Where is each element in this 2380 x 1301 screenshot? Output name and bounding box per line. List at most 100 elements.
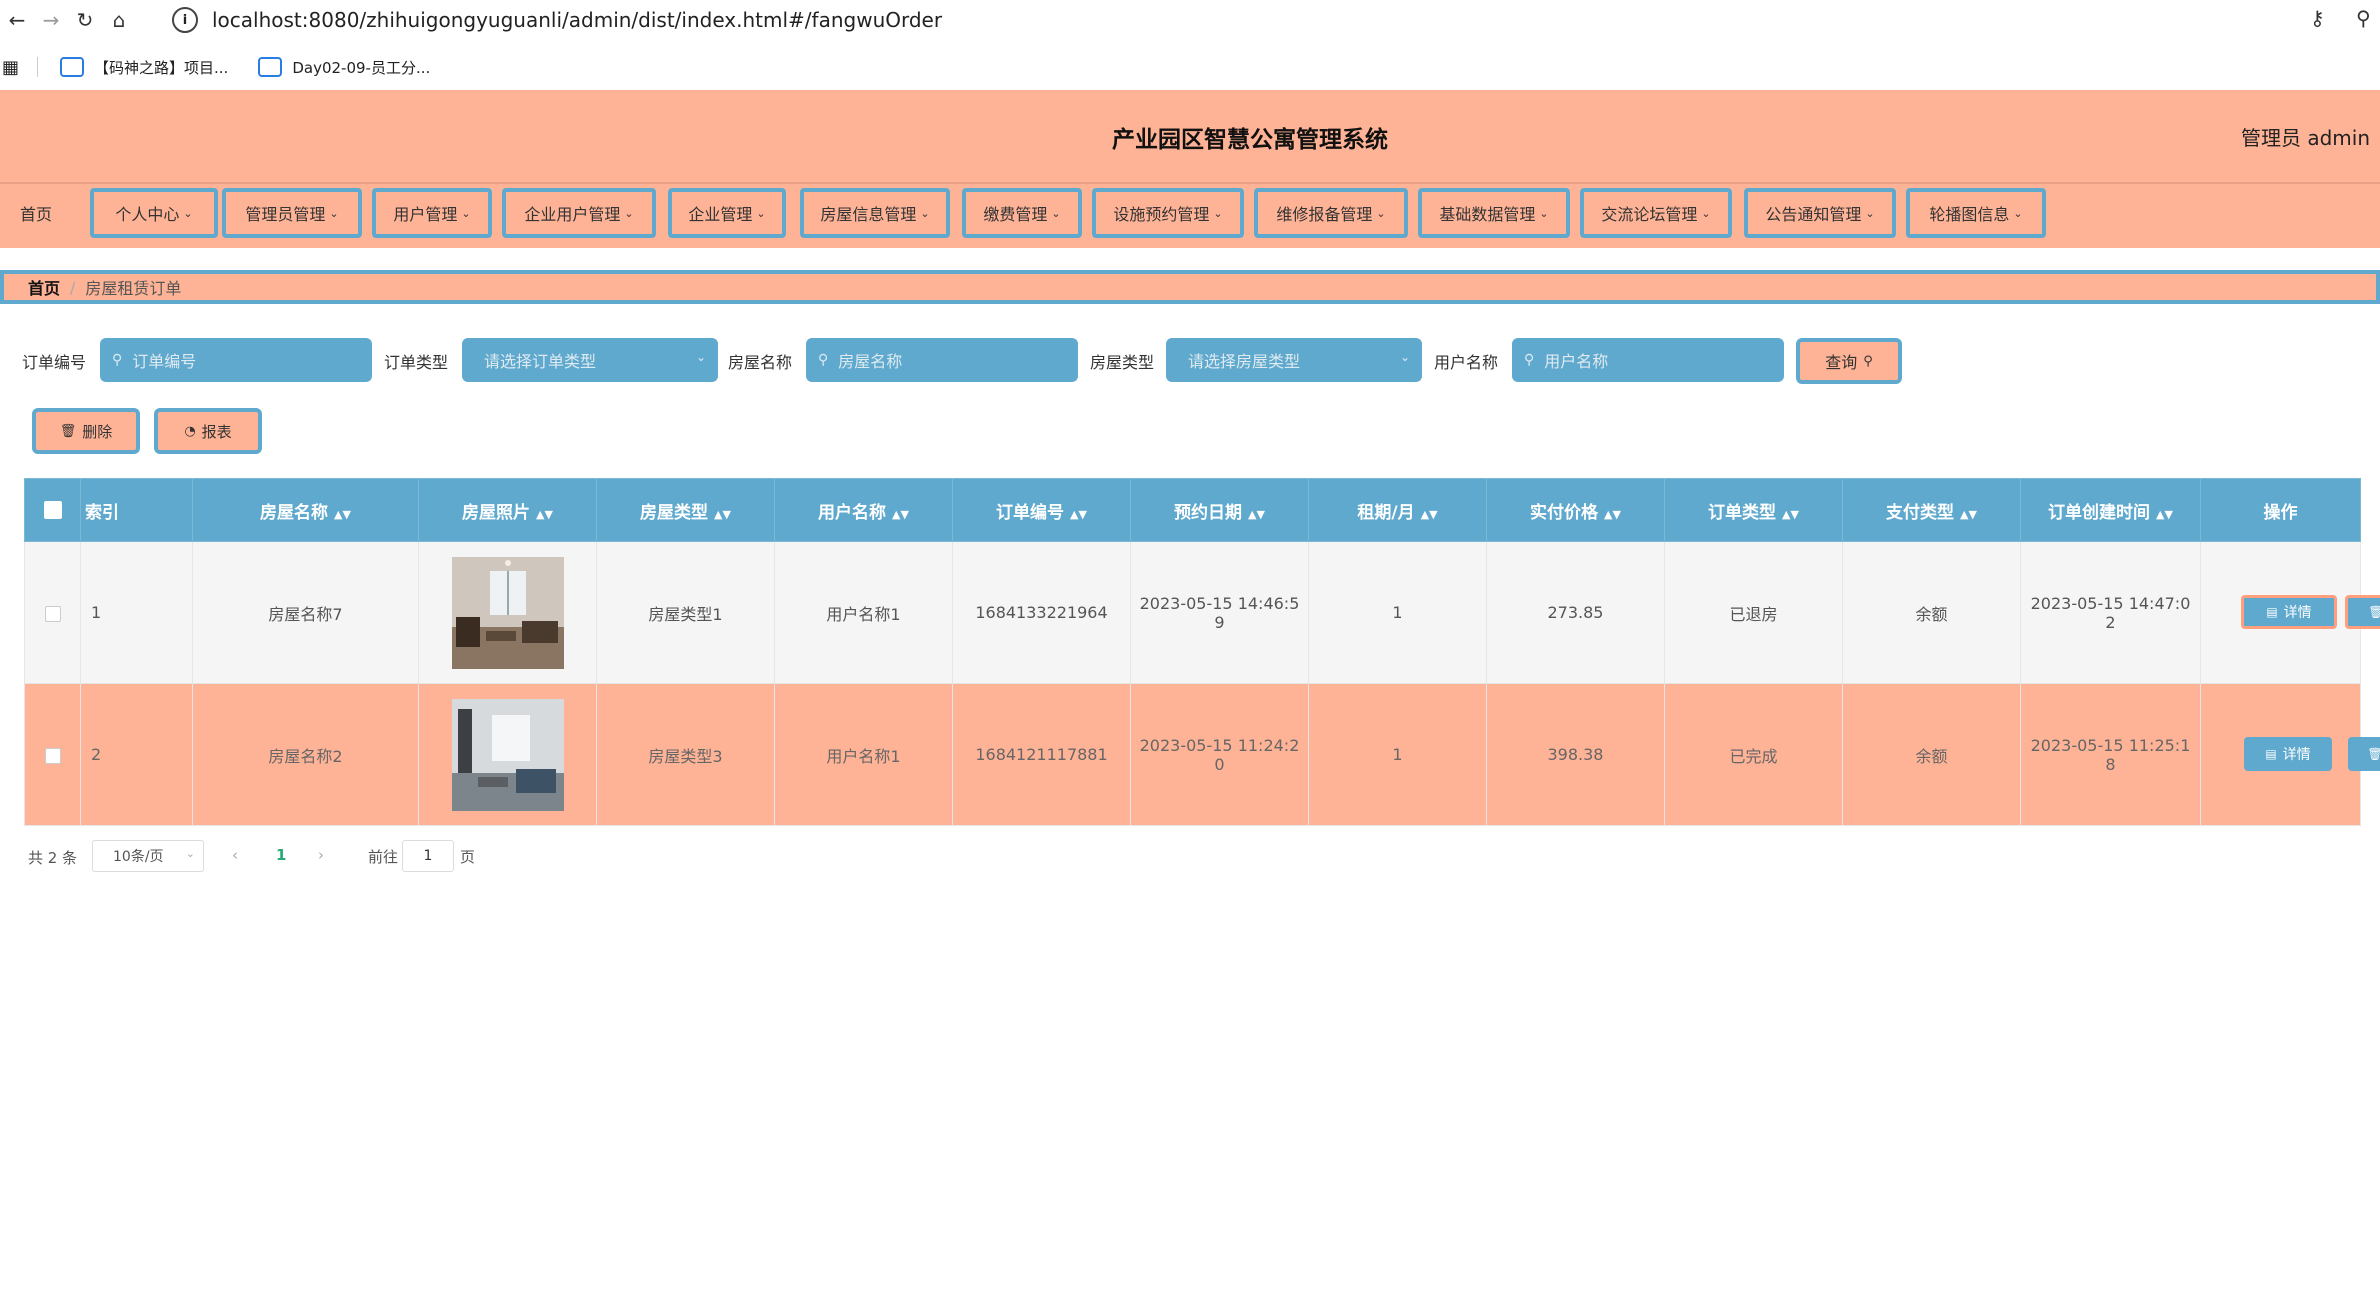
sort-icon[interactable]: ▲▼	[1070, 508, 1087, 521]
site-info-icon[interactable]: i	[172, 7, 198, 33]
home-icon[interactable]: ⌂	[102, 0, 136, 40]
cell-user-name: 用户名称1	[774, 683, 953, 826]
table-row[interactable]: 1 房屋名称7 房屋类型1 用户名称1 1684133221964 2023-0…	[24, 541, 2380, 684]
search-icon: ⚲	[1863, 353, 1873, 369]
url-text: localhost:8080/zhihuigongyuguanli/admin/…	[212, 8, 943, 32]
menu-home[interactable]: 首页	[0, 188, 72, 238]
menu-facility-booking-manage[interactable]: 设施预约管理 ⌄	[1092, 188, 1244, 238]
detail-button[interactable]: ▤ 详情	[2244, 737, 2332, 771]
sort-icon[interactable]: ▲▼	[1421, 508, 1438, 521]
select-all-checkbox[interactable]	[43, 501, 62, 519]
col-house-type[interactable]: 房屋类型 ▲▼	[596, 478, 775, 542]
sort-icon[interactable]: ▲▼	[892, 508, 909, 521]
chevron-down-icon: ⌄	[183, 206, 193, 220]
row-checkbox[interactable]	[44, 605, 61, 622]
page-size-select[interactable]: 10条/页 ⌄	[92, 840, 204, 872]
query-button[interactable]: 查询 ⚲	[1796, 338, 1902, 384]
menu-notice-manage[interactable]: 公告通知管理 ⌄	[1744, 188, 1896, 238]
cell-index: 2	[80, 683, 193, 826]
order-type-select[interactable]: 请选择订单类型 ⌄	[462, 338, 718, 382]
menu-user-manage[interactable]: 用户管理 ⌄	[372, 188, 492, 238]
col-user-name[interactable]: 用户名称 ▲▼	[774, 478, 953, 542]
row-select-cell[interactable]	[24, 541, 81, 684]
menu-base-data-manage[interactable]: 基础数据管理 ⌄	[1418, 188, 1570, 238]
goto-page-input[interactable]: 1	[402, 840, 454, 872]
apps-grid-icon[interactable]: ▦	[2, 57, 19, 78]
forward-icon[interactable]: →	[34, 0, 68, 40]
chevron-down-icon: ⌄	[185, 847, 195, 860]
cell-pay-type: 余额	[1842, 683, 2021, 826]
menu-forum-manage[interactable]: 交流论坛管理 ⌄	[1580, 188, 1732, 238]
order-no-input[interactable]: ⚲ 订单编号	[100, 338, 372, 382]
menu-repair-manage[interactable]: 维修报备管理 ⌄	[1254, 188, 1408, 238]
sort-icon[interactable]: ▲▼	[334, 508, 351, 521]
col-pay-type[interactable]: 支付类型 ▲▼	[1842, 478, 2021, 542]
row-checkbox[interactable]	[44, 747, 61, 764]
select-all-header[interactable]	[24, 478, 81, 542]
house-type-select[interactable]: 请选择房屋类型 ⌄	[1166, 338, 1422, 382]
user-name-label: 用户名称	[1434, 353, 1499, 372]
menu-enterprise-manage[interactable]: 企业管理 ⌄	[668, 188, 786, 238]
cell-order-type: 已完成	[1664, 683, 1843, 826]
breadcrumb-home[interactable]: 首页	[28, 275, 60, 299]
detail-button[interactable]: ▤ 详情	[2241, 595, 2337, 629]
cell-order-type: 已退房	[1664, 541, 1843, 684]
bookmark-item[interactable]: Day02-09-员工分...	[258, 57, 430, 78]
col-order-no[interactable]: 订单编号 ▲▼	[952, 478, 1131, 542]
cell-order-no: 1684121117881	[952, 683, 1131, 826]
breadcrumb-separator: /	[70, 277, 76, 297]
col-booking-date[interactable]: 预约日期 ▲▼	[1130, 478, 1309, 542]
cell-created-time: 2023-05-15 11:25:1 8	[2020, 683, 2201, 826]
menu-payment-manage[interactable]: 缴费管理 ⌄	[962, 188, 1082, 238]
delete-button[interactable]: 🗑删除	[2345, 595, 2380, 629]
cell-house-type: 房屋类型1	[596, 541, 775, 684]
cell-created-time: 2023-05-15 14:47:0 2	[2020, 541, 2201, 684]
col-actions: 操作	[2200, 478, 2361, 542]
prev-page-icon[interactable]: ‹	[232, 846, 238, 864]
col-months[interactable]: 租期/月 ▲▼	[1308, 478, 1487, 542]
sort-icon[interactable]: ▲▼	[2156, 508, 2173, 521]
report-button[interactable]: ◔ 报表	[154, 408, 262, 454]
sort-icon[interactable]: ▲▼	[714, 508, 731, 521]
bookmark-item[interactable]: 【码神之路】项目...	[60, 57, 228, 78]
menu-enterprise-user-manage[interactable]: 企业用户管理 ⌄	[502, 188, 656, 238]
address-bar[interactable]: i localhost:8080/zhihuigongyuguanli/admi…	[172, 4, 2272, 36]
row-select-cell[interactable]	[24, 683, 81, 826]
sort-icon[interactable]: ▲▼	[1960, 508, 1977, 521]
user-name-input[interactable]: ⚲ 用户名称	[1512, 338, 1784, 382]
chevron-down-icon: ⌄	[695, 350, 706, 364]
table-row[interactable]: 2 房屋名称2 房屋类型3 用户名称1 1684121117881 2023-0…	[24, 683, 2380, 826]
menu-admin-manage[interactable]: 管理员管理 ⌄	[222, 188, 362, 238]
current-page[interactable]: 1	[276, 846, 286, 864]
bilibili-icon	[258, 57, 283, 77]
bilibili-icon	[60, 57, 85, 77]
house-photo[interactable]	[451, 698, 564, 811]
order-no-label: 订单编号	[22, 353, 87, 372]
back-icon[interactable]: ←	[0, 0, 34, 40]
sort-icon[interactable]: ▲▼	[1604, 508, 1621, 521]
menu-personal-center[interactable]: 个人中心 ⌄	[90, 188, 218, 238]
col-house-photo[interactable]: 房屋照片 ▲▼	[418, 478, 597, 542]
chevron-down-icon: ⌄	[1399, 350, 1410, 364]
cell-months: 1	[1308, 541, 1487, 684]
admin-user[interactable]: 管理员 admin	[2241, 122, 2370, 151]
sort-icon[interactable]: ▲▼	[1782, 508, 1799, 521]
col-price[interactable]: 实付价格 ▲▼	[1486, 478, 1665, 542]
house-name-input[interactable]: ⚲ 房屋名称	[806, 338, 1078, 382]
menu-carousel-info[interactable]: 轮播图信息 ⌄	[1906, 188, 2046, 238]
col-order-type[interactable]: 订单类型 ▲▼	[1664, 478, 1843, 542]
sort-icon[interactable]: ▲▼	[536, 508, 553, 521]
cell-house-photo	[418, 541, 597, 684]
col-created-time[interactable]: 订单创建时间 ▲▼	[2020, 478, 2201, 542]
sort-icon[interactable]: ▲▼	[1248, 508, 1265, 521]
house-photo[interactable]	[451, 556, 564, 669]
password-key-icon[interactable]: ⚷	[2310, 6, 2325, 30]
reload-icon[interactable]: ↻	[68, 0, 102, 40]
menu-house-info-manage[interactable]: 房屋信息管理 ⌄	[800, 188, 950, 238]
house-name-label: 房屋名称	[728, 353, 793, 372]
zoom-icon[interactable]: ⚲	[2356, 6, 2371, 30]
bulk-delete-button[interactable]: 🗑 删除	[32, 408, 140, 454]
delete-button[interactable]: 🗑删除	[2348, 737, 2380, 771]
next-page-icon[interactable]: ›	[318, 846, 324, 864]
col-house-name[interactable]: 房屋名称 ▲▼	[192, 478, 419, 542]
